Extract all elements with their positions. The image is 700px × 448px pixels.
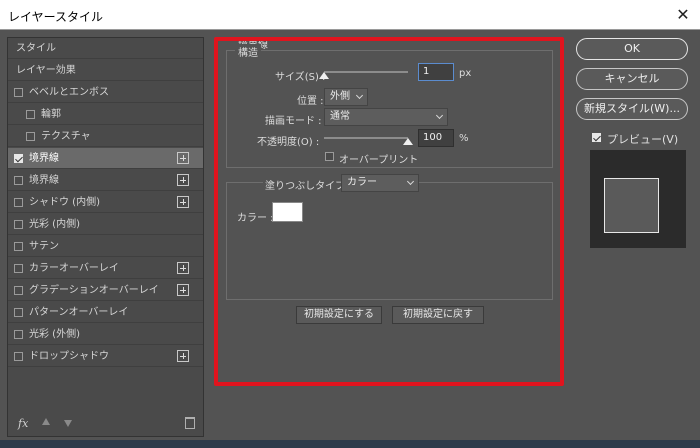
preview-swatch <box>604 178 659 233</box>
sidebar-item-checkbox[interactable] <box>14 220 23 229</box>
sidebar-item-checkbox[interactable] <box>14 330 23 339</box>
sidebar-item[interactable]: 光彩 (内側) <box>8 214 203 235</box>
sidebar-item[interactable]: 境界線 <box>8 170 203 191</box>
move-up-icon[interactable] <box>42 418 50 425</box>
sidebar-item-checkbox[interactable] <box>26 110 35 119</box>
sidebar-item-checkbox[interactable] <box>14 286 23 295</box>
sidebar-item[interactable]: グラデーションオーバーレイ <box>8 280 203 301</box>
trash-icon[interactable] <box>185 417 195 429</box>
styles-sidebar: スタイル レイヤー効果 ベベルとエンボス 輪郭 テクスチャ 境界線 境界線 シャドウ (内側)… <box>7 37 204 437</box>
sidebar-footer: fx <box>8 412 203 436</box>
fx-icon[interactable]: fx <box>18 417 28 430</box>
desktop-background <box>0 440 700 448</box>
sidebar-item-label: 光彩 (内側) <box>29 219 80 230</box>
sidebar-item-label: スタイル <box>16 43 56 54</box>
sidebar-item[interactable]: スタイル <box>8 38 203 59</box>
sidebar-item-label: レイヤー効果 <box>16 65 76 76</box>
add-effect-icon[interactable] <box>177 174 189 186</box>
sidebar-item-label: グラデーションオーバーレイ <box>29 285 159 296</box>
preview-thumbnail <box>590 150 686 248</box>
sidebar-item-label: 光彩 (外側) <box>29 329 80 340</box>
sidebar-item-label: ドロップシャドウ <box>29 351 109 362</box>
sidebar-item[interactable]: シャドウ (内側) <box>8 192 203 213</box>
sidebar-item[interactable]: ベベルとエンボス <box>8 82 203 103</box>
add-effect-icon[interactable] <box>177 196 189 208</box>
highlight-box <box>214 37 564 386</box>
sidebar-item[interactable]: レイヤー効果 <box>8 60 203 81</box>
sidebar-item-label: 境界線 <box>29 175 59 186</box>
add-effect-icon[interactable] <box>177 262 189 274</box>
move-down-icon[interactable] <box>64 420 72 427</box>
preview-checkbox[interactable] <box>592 133 601 142</box>
sidebar-item[interactable]: 境界線 <box>8 148 203 169</box>
sidebar-item-checkbox[interactable] <box>26 132 35 141</box>
sidebar-item-checkbox[interactable] <box>14 88 23 97</box>
add-effect-icon[interactable] <box>177 152 189 164</box>
sidebar-item-label: サテン <box>29 241 59 252</box>
sidebar-item-checkbox[interactable] <box>14 242 23 251</box>
sidebar-item-checkbox[interactable] <box>14 198 23 207</box>
sidebar-item[interactable]: 輪郭 <box>8 104 203 125</box>
add-effect-icon[interactable] <box>177 284 189 296</box>
sidebar-item[interactable]: ドロップシャドウ <box>8 346 203 367</box>
sidebar-item-checkbox[interactable] <box>14 352 23 361</box>
title-bar: レイヤースタイル ✕ <box>0 0 700 30</box>
sidebar-item-label: ベベルとエンボス <box>29 87 109 98</box>
new-style-button[interactable]: 新規スタイル(W)... <box>576 98 688 120</box>
sidebar-item-label: テクスチャ <box>41 131 91 142</box>
sidebar-item[interactable]: 光彩 (外側) <box>8 324 203 345</box>
sidebar-item-label: パターンオーバーレイ <box>29 307 129 318</box>
sidebar-item-checkbox[interactable] <box>14 176 23 185</box>
add-effect-icon[interactable] <box>177 350 189 362</box>
window-title: レイヤースタイル <box>8 10 104 24</box>
sidebar-item[interactable]: サテン <box>8 236 203 257</box>
cancel-button[interactable]: キャンセル <box>576 68 688 90</box>
sidebar-item-label: シャドウ (内側) <box>29 197 100 208</box>
ok-button[interactable]: OK <box>576 38 688 60</box>
sidebar-item[interactable]: カラーオーバーレイ <box>8 258 203 279</box>
sidebar-item[interactable]: テクスチャ <box>8 126 203 147</box>
close-icon[interactable]: ✕ <box>672 4 694 26</box>
sidebar-item-label: 輪郭 <box>41 109 61 120</box>
sidebar-item-label: 境界線 <box>29 153 59 164</box>
sidebar-item-label: カラーオーバーレイ <box>29 263 119 274</box>
sidebar-item[interactable]: パターンオーバーレイ <box>8 302 203 323</box>
preview-label: プレビュー(V) <box>607 133 679 146</box>
sidebar-item-checkbox[interactable] <box>14 264 23 273</box>
sidebar-item-checkbox[interactable] <box>14 308 23 317</box>
sidebar-item-checkbox[interactable] <box>14 154 23 163</box>
